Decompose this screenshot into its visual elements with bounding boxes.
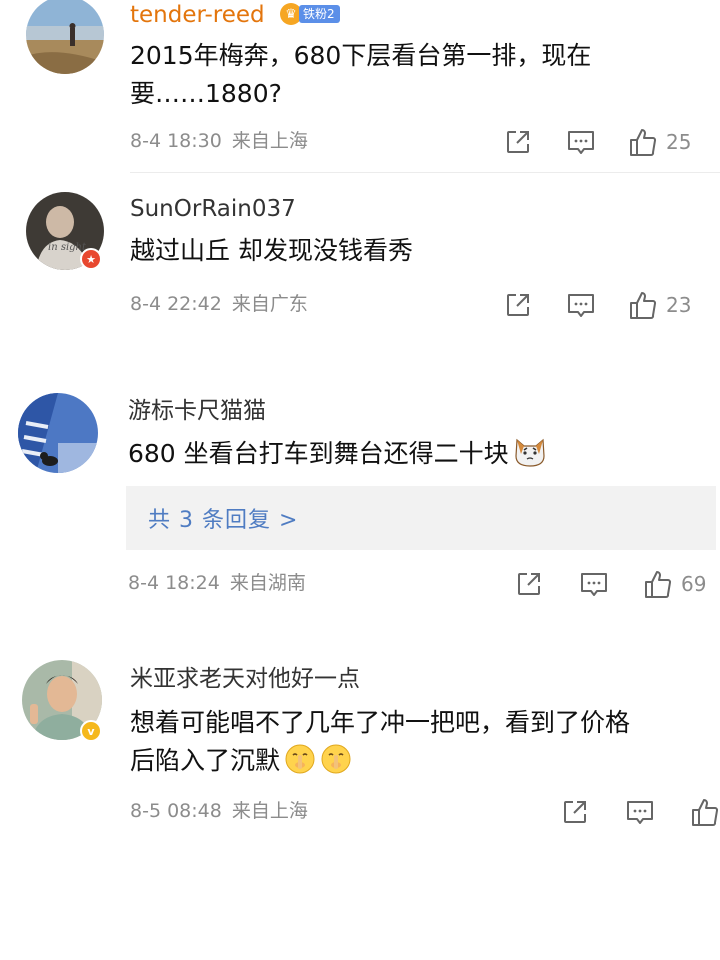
svg-text:in sight: in sight (48, 242, 87, 253)
comment-date: 8-5 08:48 (130, 800, 222, 822)
comment-meta: 8-4 18:24 来自湖南 (128, 574, 306, 593)
comment-text: 2015年梅奔，680下层看台第一排，现在 要……1880? (130, 37, 591, 113)
comment-location: 来自上海 (231, 130, 308, 152)
comment-text-content: 680 坐看台打车到舞台还得二十块 (128, 439, 509, 468)
comment-item: tender-reed ♛ 铁粉2 2015年梅奔，680下层看台第一排，现在 … (0, 0, 720, 172)
username[interactable]: SunOrRain037 (130, 198, 296, 221)
thumbs-up-icon (630, 292, 657, 319)
view-replies-button[interactable]: 共 3 条回复 > (126, 486, 716, 550)
thumbs-up-icon (692, 799, 719, 826)
fan-badge-label: 铁粉2 (299, 5, 340, 23)
comment-date: 8-4 18:30 (130, 130, 222, 152)
share-icon (507, 131, 529, 153)
comment-meta: 8-5 08:48 来自上海 (130, 802, 308, 821)
username[interactable]: 游标卡尺猫猫 (128, 400, 266, 423)
comment-icon (568, 131, 594, 154)
share-icon (507, 294, 529, 316)
comment-date: 8-4 18:24 (128, 572, 220, 594)
verified-badge-icon: v (80, 720, 102, 742)
comment-meta: 8-4 18:30 来自上海 (130, 132, 308, 151)
fan-badge[interactable]: ♛ 铁粉2 (280, 3, 340, 25)
username[interactable]: tender-reed (130, 4, 265, 27)
share-icon (564, 801, 586, 823)
comment-text-line: 想着可能唱不了几年了冲一把吧，看到了价格 (130, 708, 631, 737)
comment-icon (581, 573, 607, 596)
share-icon (518, 573, 540, 595)
comment-button[interactable] (567, 130, 595, 156)
share-button[interactable] (505, 129, 531, 155)
like-button[interactable] (690, 797, 720, 827)
comment-meta: 8-4 22:42 来自广东 (130, 295, 308, 314)
like-button[interactable]: 25 (628, 127, 691, 157)
comment-text-line: 2015年梅奔，680下层看台第一排，现在 (130, 41, 592, 70)
comment-item: v 米亚求老天对他好一点 想着可能唱不了几年了冲一把吧，看到了价格 后陷入了沉默… (0, 650, 720, 850)
shushing-face-emoji (285, 744, 315, 774)
comment-button[interactable] (580, 572, 608, 598)
star-badge-icon: ★ (80, 248, 102, 270)
shushing-face-emoji (321, 744, 351, 774)
comment-text-line: 680 坐看台打车到舞台还得二十块 (128, 435, 547, 473)
comment-icon (568, 294, 594, 317)
comment-text: 680 坐看台打车到舞台还得二十块 (128, 435, 547, 473)
like-count: 69 (681, 572, 707, 596)
comment-item: 游标卡尺猫猫 680 坐看台打车到舞台还得二十块 共 3 条回复 > 8-4 1… (0, 375, 720, 625)
cat-face-emoji (515, 438, 545, 467)
username[interactable]: 米亚求老天对他好一点 (130, 668, 360, 691)
like-button[interactable]: 23 (628, 290, 691, 320)
comment-text: 想着可能唱不了几年了冲一把吧，看到了价格 后陷入了沉默 (130, 704, 630, 780)
share-button[interactable] (516, 571, 542, 597)
comment-text: 越过山丘 却发现没钱看秀 (130, 232, 413, 270)
like-button[interactable]: 69 (643, 569, 706, 599)
like-count: 25 (666, 130, 692, 154)
comment-location: 来自湖南 (229, 572, 306, 594)
share-button[interactable] (505, 292, 531, 318)
comment-icon (627, 801, 653, 824)
avatar[interactable] (26, 0, 104, 74)
comment-button[interactable] (626, 800, 654, 826)
comment-location: 来自上海 (231, 800, 308, 822)
comment-text-line: 后陷入了沉默 (130, 742, 630, 780)
share-button[interactable] (562, 799, 588, 825)
replies-label: 共 3 条回复 > (148, 508, 299, 533)
comment-text-line: 越过山丘 却发现没钱看秀 (130, 236, 413, 265)
comment-text-line: 要……1880? (130, 79, 282, 108)
comment-item: in sight ★ SunOrRain037 越过山丘 却发现没钱看秀 8-4… (0, 172, 720, 340)
avatar[interactable] (18, 393, 98, 473)
thumbs-up-icon (645, 571, 672, 598)
comment-date: 8-4 22:42 (130, 293, 222, 315)
thumbs-up-icon (630, 129, 657, 156)
comment-location: 来自广东 (231, 293, 308, 315)
comment-button[interactable] (567, 293, 595, 319)
like-count: 23 (666, 293, 692, 317)
comment-text-content: 后陷入了沉默 (130, 746, 281, 775)
